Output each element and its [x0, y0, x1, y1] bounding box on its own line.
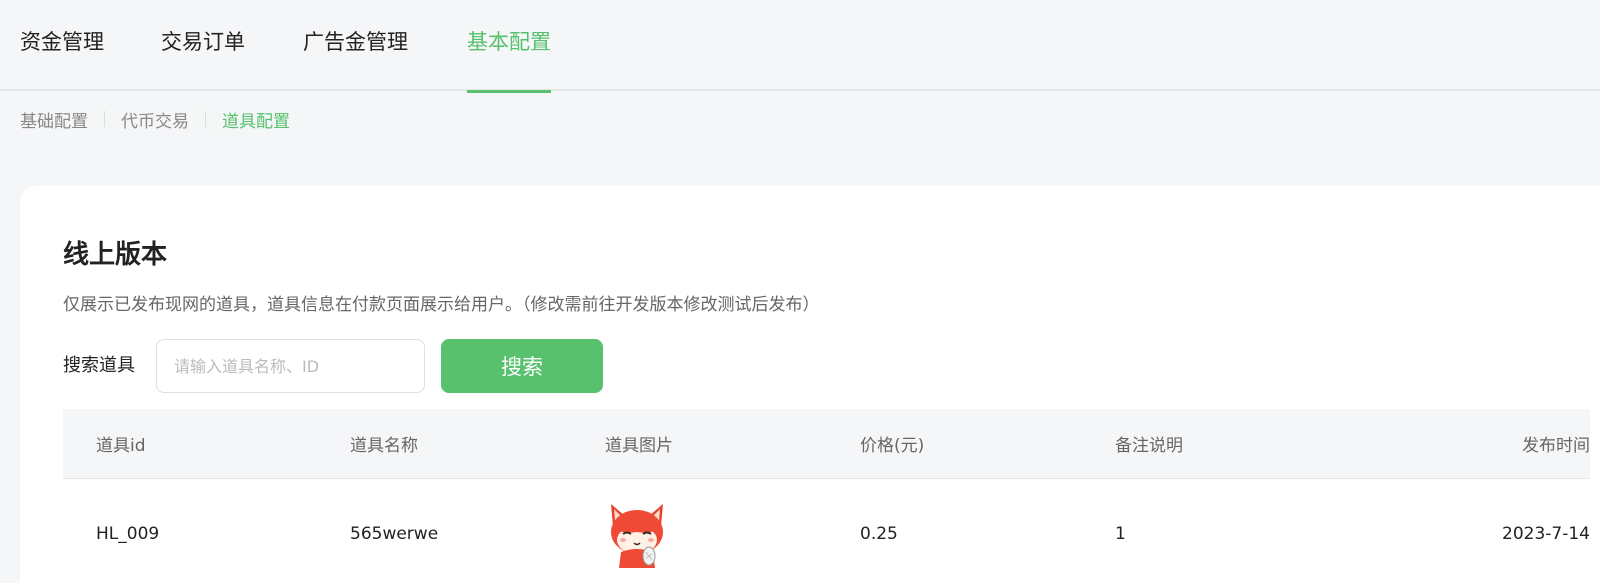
header-item-image: 道具图片 [605, 436, 673, 456]
items-table: 道具id 道具名称 道具图片 价格(元) 备注说明 发布时间 HL_009 56… [63, 409, 1590, 583]
tab-label: 交易订单 [161, 30, 245, 54]
tab-trade-orders[interactable]: 交易订单 [161, 26, 245, 91]
search-label: 搜索道具 [63, 355, 135, 376]
section-description: 仅展示已发布现网的道具，道具信息在付款页面展示给用户。（修改需前往开发版本修改测… [63, 295, 820, 315]
search-button[interactable]: 搜索 [441, 339, 603, 393]
divider [205, 111, 206, 127]
online-version-card: 线上版本 仅展示已发布现网的道具，道具信息在付款页面展示给用户。（修改需前往开发… [20, 186, 1600, 583]
top-nav-tabs: 资金管理 交易订单 广告金管理 基本配置 [0, 0, 1600, 93]
cell-item-image [605, 479, 669, 583]
table-header: 道具id 道具名称 道具图片 价格(元) 备注说明 发布时间 [63, 409, 1590, 479]
table-row: HL_009 565werwe 0.25 1 2023-7-14 [63, 479, 1590, 583]
cell-item-name: 565werwe [350, 524, 439, 544]
header-item-name: 道具名称 [350, 436, 418, 456]
cell-publish-time: 2023-7-14 [1502, 524, 1590, 544]
tab-basic-config[interactable]: 基本配置 [467, 26, 551, 93]
sub-nav-tabs: 基础配置 代币交易 道具配置 [20, 106, 290, 132]
subtab-basic-settings[interactable]: 基础配置 [20, 107, 88, 132]
tab-fund-management[interactable]: 资金管理 [20, 26, 104, 91]
header-item-id: 道具id [96, 436, 146, 456]
search-input[interactable] [156, 339, 425, 393]
header-publish-time: 发布时间 [1522, 436, 1590, 456]
tab-label: 广告金管理 [303, 30, 408, 54]
cell-note: 1 [1115, 524, 1126, 544]
tab-ad-fund-management[interactable]: 广告金管理 [303, 26, 408, 91]
subtab-item-config[interactable]: 道具配置 [222, 107, 290, 132]
tab-active-underline [467, 90, 551, 93]
cell-item-id: HL_009 [96, 524, 160, 544]
cell-price: 0.25 [860, 524, 898, 544]
tab-label: 资金管理 [20, 30, 104, 54]
subtab-token-trading[interactable]: 代币交易 [121, 107, 189, 132]
fox-mascot-icon [611, 504, 663, 568]
section-title: 线上版本 [63, 240, 168, 270]
tab-label: 基本配置 [467, 30, 551, 54]
header-price: 价格(元) [860, 436, 925, 456]
divider [104, 111, 105, 127]
header-note: 备注说明 [1115, 436, 1183, 456]
